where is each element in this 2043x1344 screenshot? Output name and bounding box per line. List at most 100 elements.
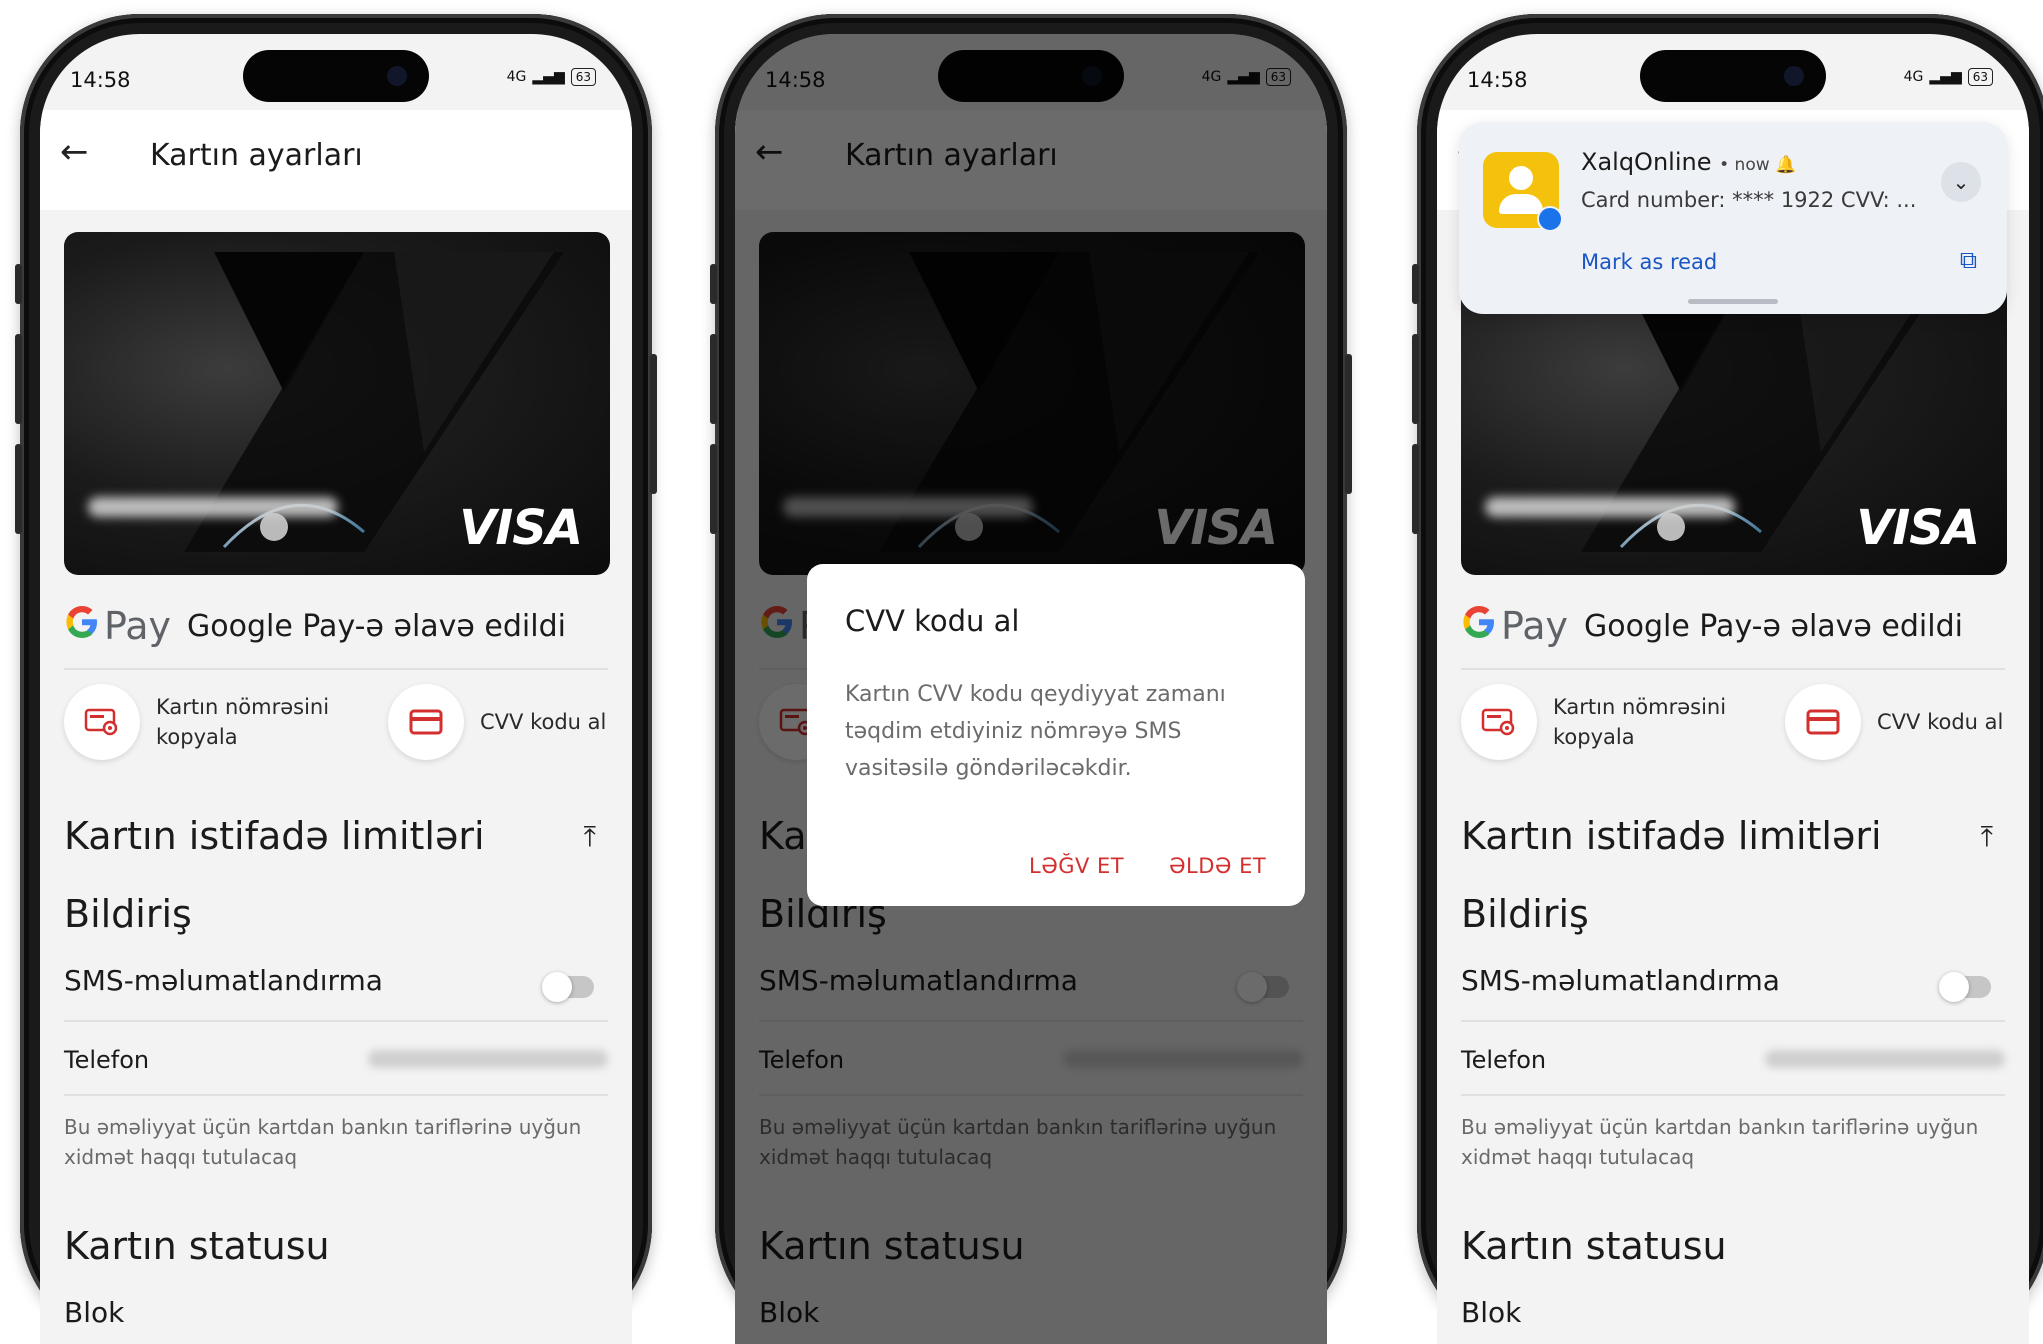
- network-icon: 4G: [506, 69, 527, 85]
- power-button: [1345, 354, 1352, 494]
- camera-icon: [387, 66, 407, 86]
- divider: [1461, 668, 2005, 670]
- get-cvv-label: CVV kodu al: [1877, 710, 2004, 734]
- notification-app-name: XalqOnline • now 🔔: [1581, 148, 1797, 176]
- gpay-added-text: Google Pay-ə əlavə edildi: [186, 608, 566, 644]
- phone-screen: 14:58 4G ▂▄▆ 63 ← Kartın ayarları: [735, 34, 1327, 1344]
- side-button: [1412, 264, 1419, 304]
- dynamic-island: [243, 50, 429, 102]
- fee-note: Bu əməliyyat üçün kartdan bankın tariflə…: [64, 1115, 582, 1169]
- power-button: [650, 354, 657, 494]
- avatar-head: [1509, 166, 1533, 190]
- status-time: 14:58: [1467, 68, 1528, 92]
- phone-number-blurred: [368, 1050, 608, 1068]
- dialog-cancel-button[interactable]: LƏĞV ET: [1029, 854, 1124, 878]
- limits-section-title[interactable]: Kartın istifadə limitləri: [64, 814, 485, 858]
- gpay-added-text: Google Pay-ə əlavə edildi: [1583, 608, 1963, 644]
- card-number-blurred: [88, 497, 338, 517]
- copy-card-number-label: Kartın nömrəsini kopyala: [156, 695, 330, 749]
- dynamic-island: [1640, 50, 1826, 102]
- status-icons: 4G ▂▄▆ 63: [507, 68, 596, 86]
- dialog-message: Kartın CVV kodu qeydiyyat zamanı təqdim …: [845, 682, 1226, 781]
- divider: [64, 1020, 608, 1022]
- sms-notify-toggle[interactable]: [1939, 972, 1991, 1002]
- notification-body: Card number: **** 1922 CVV: ...: [1581, 188, 1917, 212]
- network-icon: 4G: [1903, 69, 1924, 85]
- battery-icon: 63: [570, 68, 596, 86]
- dialog-title: CVV kodu al: [845, 604, 1020, 638]
- card-icon: [1785, 684, 1861, 760]
- camera-icon: [1784, 66, 1804, 86]
- toggle-knob: [1939, 972, 1969, 1002]
- visa-logo: VISA: [1856, 500, 1980, 556]
- limits-section-title[interactable]: Kartın istifadə limitləri: [1461, 814, 1882, 858]
- card-number-blurred: [1485, 497, 1735, 517]
- dialog-confirm-button[interactable]: ƏLDƏ ET: [1169, 854, 1266, 878]
- sms-notify-label: SMS-məlumatlandırma: [64, 964, 383, 997]
- visa-logo: VISA: [459, 500, 583, 556]
- gpay-status: Pay Google Pay-ə əlavə edildi: [64, 604, 566, 648]
- gpay-status: Pay Google Pay-ə əlavə edildi: [1461, 604, 1963, 648]
- phone-number-blurred: [1765, 1050, 2005, 1068]
- card-icon: [388, 684, 464, 760]
- push-notification[interactable]: XalqOnline • now 🔔 Card number: **** 192…: [1459, 122, 2007, 314]
- get-cvv-label: CVV kodu al: [480, 710, 607, 734]
- signal-icon: ▂▄▆: [1929, 69, 1962, 85]
- volume-down-button: [710, 444, 717, 534]
- block-label: Blok: [64, 1296, 125, 1329]
- volume-down-button: [1412, 444, 1419, 534]
- copy-card-icon: [64, 684, 140, 760]
- sms-notify-label: SMS-məlumatlandırma: [1461, 964, 1780, 997]
- open-bubble-icon[interactable]: ⧉: [1960, 246, 1977, 274]
- status-icons: 4G ▂▄▆ 63: [1904, 68, 1993, 86]
- divider: [64, 668, 608, 670]
- battery-icon: 63: [1967, 68, 1993, 86]
- phone-frame-3: 14:58 4G ▂▄▆ 63 ← Kartın ayarları: [1412, 14, 2043, 1344]
- bank-card-image: VISA: [64, 232, 610, 575]
- toggle-knob: [542, 972, 572, 1002]
- back-arrow-icon[interactable]: ←: [60, 132, 89, 172]
- expand-limits-icon[interactable]: ⤒: [1981, 820, 1993, 854]
- copy-card-number-button[interactable]: Kartın nömrəsini kopyala: [1461, 684, 1733, 760]
- status-section-title: Kartın statusu: [1461, 1224, 1727, 1268]
- phone-screen: 14:58 4G ▂▄▆ 63 ← Kartın ayarları: [40, 34, 632, 1344]
- notification-time: now: [1734, 155, 1770, 175]
- google-g-icon: [64, 604, 100, 649]
- divider: [64, 1094, 608, 1096]
- side-button: [15, 264, 22, 304]
- notify-section-title: Bildiriş: [64, 892, 192, 936]
- volume-up-button: [710, 334, 717, 424]
- message-badge-icon: [1537, 206, 1563, 232]
- cvv-dialog: CVV kodu al Kartın CVV kodu qeydiyyat za…: [807, 564, 1305, 906]
- gpay-pay-word: Pay: [1501, 604, 1568, 648]
- phone-label: Telefon: [1461, 1046, 1547, 1074]
- volume-down-button: [15, 444, 22, 534]
- phone-frame-1: 14:58 4G ▂▄▆ 63 ← Kartın ayarları VISA P…: [15, 14, 657, 1344]
- expand-limits-icon[interactable]: ⤒: [584, 820, 596, 854]
- mark-as-read-button[interactable]: Mark as read: [1581, 250, 1717, 274]
- volume-up-button: [1412, 334, 1419, 424]
- page-title: Kartın ayarları: [150, 138, 363, 173]
- status-time: 14:58: [70, 68, 131, 92]
- get-cvv-button[interactable]: CVV kodu al: [388, 684, 606, 760]
- volume-up-button: [15, 334, 22, 424]
- notification-drag-handle[interactable]: [1688, 299, 1778, 304]
- chevron-down-icon[interactable]: ⌄: [1941, 162, 1981, 202]
- avatar-body: [1499, 194, 1543, 214]
- contact-avatar-icon: [1483, 152, 1563, 232]
- fee-note: Bu əməliyyat üçün kartdan bankın tariflə…: [1461, 1115, 1979, 1169]
- block-label: Blok: [1461, 1296, 1522, 1329]
- divider: [1461, 1020, 2005, 1022]
- side-button: [710, 264, 717, 304]
- copy-card-number-label: Kartın nömrəsini kopyala: [1553, 695, 1727, 749]
- app-bar: ← Kartın ayarları: [40, 110, 632, 210]
- phone-label: Telefon: [64, 1046, 150, 1074]
- signal-icon: ▂▄▆: [532, 69, 565, 85]
- divider: [1461, 1094, 2005, 1096]
- phone-frame-2: 14:58 4G ▂▄▆ 63 ← Kartın ayarları: [710, 14, 1352, 1344]
- copy-card-icon: [1461, 684, 1537, 760]
- copy-card-number-button[interactable]: Kartın nömrəsini kopyala: [64, 684, 336, 760]
- notify-section-title: Bildiriş: [1461, 892, 1589, 936]
- get-cvv-button[interactable]: CVV kodu al: [1785, 684, 2003, 760]
- sms-notify-toggle[interactable]: [542, 972, 594, 1002]
